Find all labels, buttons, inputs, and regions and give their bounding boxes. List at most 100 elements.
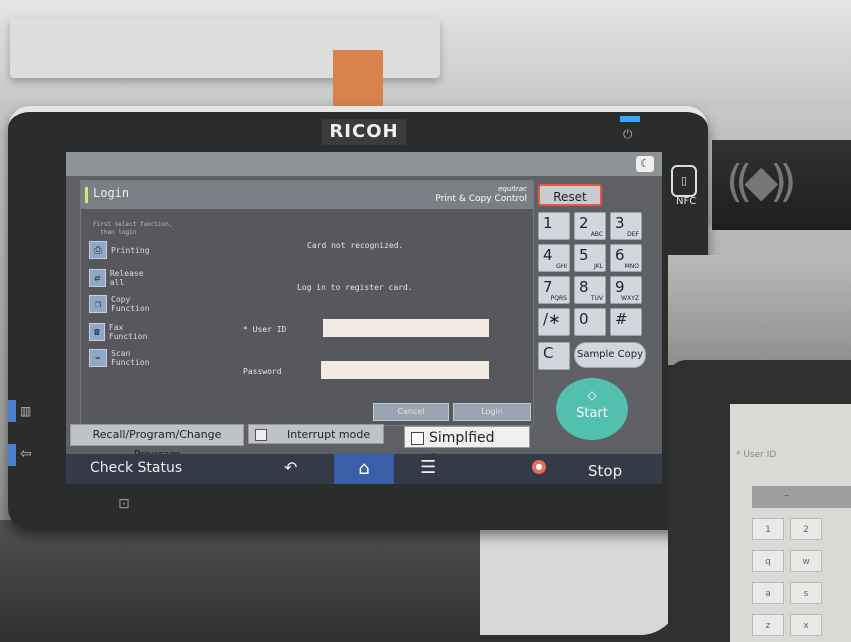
home-icon[interactable]: ⌂ xyxy=(334,454,394,484)
equitrac-product: Print & Copy Control xyxy=(435,194,527,204)
key-letters: GHI xyxy=(556,263,567,270)
release-icon: ⇄ xyxy=(89,269,106,287)
second-keyboard-key[interactable]: w xyxy=(790,550,822,572)
interrupt-checkbox[interactable] xyxy=(255,429,267,441)
reset-button[interactable]: Reset xyxy=(538,184,602,206)
scan-function-button[interactable]: ⌁ Scan Function xyxy=(89,347,159,369)
keypad-key[interactable]: 2 ABC xyxy=(574,212,606,240)
key-digit: 2 xyxy=(579,214,589,232)
start-button[interactable]: ◇ Start xyxy=(556,378,628,440)
release-all-button[interactable]: ⇄ Release all xyxy=(89,267,159,289)
key-digit: 4 xyxy=(543,246,553,264)
clear-key[interactable]: C xyxy=(538,342,570,370)
card-status-message: Card not recognized. xyxy=(307,241,404,250)
check-status-button[interactable]: Check Status xyxy=(90,460,182,476)
copier-lower-trim xyxy=(480,525,680,635)
second-keyboard-key[interactable]: 2 xyxy=(790,518,822,540)
power-icon[interactable]: ⏻ xyxy=(623,127,633,142)
second-keyboard-key[interactable]: q xyxy=(752,550,784,572)
keypad-key[interactable]: /∗ xyxy=(538,308,570,336)
fax-function-button[interactable]: ☎ Fax Function xyxy=(89,321,159,343)
key-letters: WXYZ xyxy=(621,295,639,302)
keypad-key[interactable]: 5 JKL xyxy=(574,244,606,272)
second-input-dash: – xyxy=(784,490,789,501)
key-digit: 6 xyxy=(615,246,625,264)
stop-button[interactable]: Stop xyxy=(588,462,622,480)
simplified-screen-button[interactable]: Simplfied Scrn. xyxy=(404,426,530,468)
key-digit: /∗ xyxy=(543,310,561,328)
scan-function-label: Scan Function xyxy=(111,349,150,367)
keypad-key[interactable]: 3 DEF xyxy=(610,212,642,240)
sample-copy-button[interactable]: Sample Copy xyxy=(574,342,646,368)
key-digit: 7 xyxy=(543,278,553,296)
nfc-waves-icon: ((◆)) xyxy=(726,156,797,207)
stop-icon[interactable]: ● xyxy=(532,460,546,474)
second-keyboard-key[interactable]: z xyxy=(752,614,784,636)
nfc-label: NFC xyxy=(676,196,697,207)
scan-icon: ⌁ xyxy=(89,349,107,367)
keypad-key[interactable]: 9 WXYZ xyxy=(610,276,642,304)
printing-label: Printing xyxy=(111,245,150,255)
header-accent xyxy=(85,187,88,203)
simplified-checkbox[interactable] xyxy=(411,432,424,445)
key-letters: MNO xyxy=(624,263,639,270)
nfc-phone-icon: ▯ xyxy=(671,165,697,197)
clear-key-label: C xyxy=(543,344,554,362)
key-digit: 1 xyxy=(543,214,553,232)
copy-function-label: Copy Function xyxy=(111,295,150,313)
second-input-bar[interactable] xyxy=(752,486,851,508)
equitrac-logo: equitrac xyxy=(498,185,527,193)
keypad-key[interactable]: 8 TUV xyxy=(574,276,606,304)
cancel-button[interactable]: Cancel xyxy=(373,403,449,421)
login-header: Login equitrac Print & Copy Control xyxy=(81,181,533,209)
user-id-field[interactable] xyxy=(323,319,489,337)
key-digit: 9 xyxy=(615,278,625,296)
login-button[interactable]: Login xyxy=(453,403,531,421)
keypad-key[interactable]: 1 xyxy=(538,212,570,240)
keypad-key[interactable]: 4 GHI xyxy=(538,244,570,272)
energy-saver-icon[interactable]: ☾ xyxy=(636,156,654,172)
copy-function-button[interactable]: ❐ Copy Function xyxy=(89,293,159,315)
tape-strip xyxy=(333,50,383,108)
keypad-key[interactable]: 6 MNO xyxy=(610,244,642,272)
fax-function-label: Fax Function xyxy=(108,323,148,341)
second-keyboard-key[interactable]: 1 xyxy=(752,518,784,540)
login-panel: Login equitrac Print & Copy Control Firs… xyxy=(80,180,534,426)
bottom-status-bar: Check Status ↶ ⌂ ☰ ● Stop xyxy=(66,454,662,484)
key-digit: 5 xyxy=(579,246,589,264)
key-digit: 8 xyxy=(579,278,589,296)
release-all-label: Release all xyxy=(109,269,144,287)
background-glare xyxy=(668,255,851,365)
main-power-icon[interactable]: ⊡ xyxy=(118,496,130,512)
interrupt-mode-button[interactable]: Interrupt mode xyxy=(248,424,384,444)
keypad-key[interactable]: 0 xyxy=(574,308,606,336)
password-field[interactable] xyxy=(321,361,489,379)
second-keyboard-key[interactable]: x xyxy=(790,614,822,636)
key-digit: # xyxy=(615,310,628,328)
keypad-key[interactable]: 7 PQRS xyxy=(538,276,570,304)
key-letters: TUV xyxy=(590,295,603,302)
screen-top-bar: ☾ xyxy=(66,152,662,176)
register-card-message: Log in to register card. xyxy=(297,283,413,292)
key-letters: ABC xyxy=(590,231,603,238)
recall-program-button[interactable]: Recall/Program/Change Program xyxy=(70,424,244,461)
keypad-key[interactable]: # xyxy=(610,308,642,336)
start-icon: ◇ xyxy=(587,388,597,402)
function-hint: First select function, then login xyxy=(93,221,173,236)
menu-icon[interactable]: ☰ xyxy=(420,457,436,478)
brand-logo: RICOH xyxy=(322,119,406,145)
interrupt-mode-label: Interrupt mode xyxy=(287,428,371,441)
key-letters: PQRS xyxy=(550,295,567,302)
second-keyboard-key[interactable]: a xyxy=(752,582,784,604)
printer-icon: ⎙ xyxy=(89,241,107,259)
copy-icon: ❐ xyxy=(89,295,107,313)
second-keyboard-key[interactable]: s xyxy=(790,582,822,604)
key-letters: JKL xyxy=(593,263,603,270)
back-icon[interactable]: ↶ xyxy=(284,458,297,477)
start-label: Start xyxy=(576,406,608,421)
communication-icon: ⇦ xyxy=(20,446,32,462)
second-user-id-label: * User ID xyxy=(736,450,777,460)
side-indicator xyxy=(8,400,16,422)
printing-button[interactable]: ⎙ Printing xyxy=(89,239,159,261)
touch-screen: ☾ Login equitrac Print & Copy Control Fi… xyxy=(66,152,662,484)
